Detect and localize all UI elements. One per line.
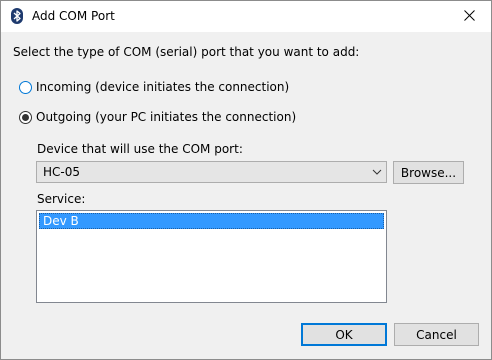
incoming-radio-label[interactable]: Incoming (device initiates the connectio… — [36, 80, 289, 94]
title-bar[interactable]: Add COM Port — [1, 1, 491, 32]
service-label: Service: — [37, 192, 86, 206]
device-label: Device that will use the COM port: — [37, 142, 243, 156]
device-select[interactable]: HC-05 — [36, 161, 387, 183]
outgoing-radio-button[interactable] — [19, 110, 32, 124]
incoming-radio-button[interactable] — [19, 80, 32, 94]
outgoing-radio-option[interactable]: Outgoing (your PC initiates the connecti… — [19, 110, 296, 124]
dialog-title: Add COM Port — [32, 9, 115, 23]
close-button[interactable] — [447, 1, 491, 32]
chevron-down-icon — [371, 166, 383, 178]
incoming-radio-option[interactable]: Incoming (device initiates the connectio… — [19, 80, 289, 94]
bluetooth-icon — [9, 8, 25, 24]
browse-button[interactable]: Browse... — [393, 161, 464, 184]
device-select-value: HC-05 — [43, 165, 81, 179]
port-type-prompt: Select the type of COM (serial) port tha… — [13, 45, 360, 59]
ok-button[interactable]: OK — [301, 323, 387, 346]
list-item[interactable]: Dev B — [39, 213, 384, 229]
close-icon — [463, 9, 475, 24]
outgoing-radio-label[interactable]: Outgoing (your PC initiates the connecti… — [36, 110, 296, 124]
cancel-button[interactable]: Cancel — [394, 323, 479, 346]
add-com-port-dialog: Add COM Port Select the type of COM (ser… — [0, 0, 492, 360]
service-listbox[interactable]: Dev B — [36, 210, 387, 303]
